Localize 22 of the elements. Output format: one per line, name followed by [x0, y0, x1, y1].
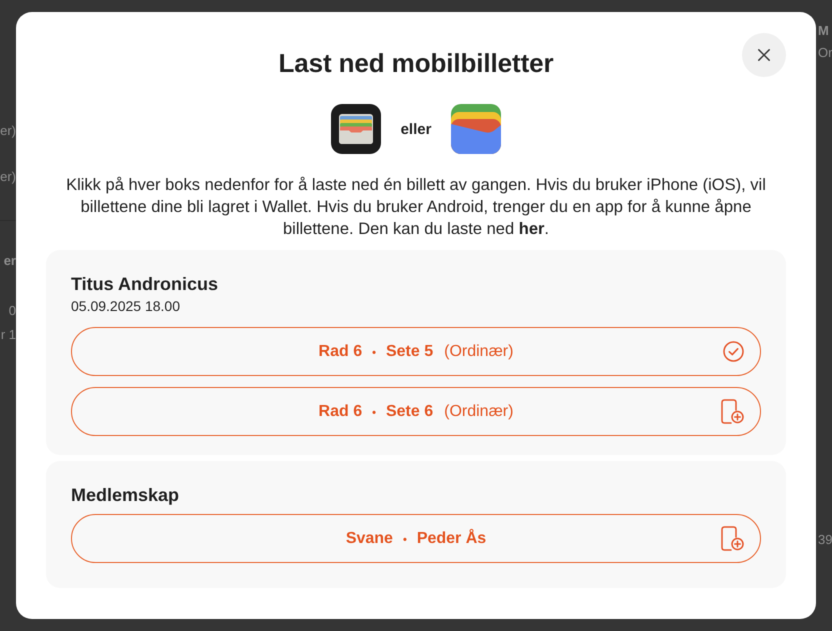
wallet-icon [330, 104, 381, 154]
close-button[interactable] [742, 33, 786, 77]
download-link[interactable]: her [518, 220, 544, 238]
wallet-icon [451, 104, 502, 154]
or-label: eller [400, 120, 432, 138]
section-title: Titus Andronicus [71, 273, 220, 296]
background-text: 39 [818, 531, 832, 549]
event-date: 05.09.2025 18.00 [71, 297, 181, 315]
intro-text: Klikk på hver boks nedenfor for å laste ned én billett av gangen. Hvis du bruker iPhone (iOS), vil billettene dine bli lagret i Wallet. Hvis du bruker Android, trenger du en app for å kunne åpne billettene. Den kan du laste ned her. [65, 175, 767, 240]
close-icon [758, 49, 770, 61]
background-text: er [4, 252, 16, 270]
background-text: er) [0, 122, 16, 140]
download-button[interactable]: Svane • Peder Ås [71, 514, 761, 563]
dialog-title: Last ned mobilbilletter [278, 48, 554, 78]
background-text: Or [818, 44, 832, 62]
section-title: Medlemskap [71, 484, 180, 507]
download-button[interactable]: Rad 6 • Sete 5 (Ordinær) [71, 327, 761, 376]
background-text: M [818, 22, 829, 40]
background-text: er) [0, 168, 16, 186]
background-text: r 1 [0, 326, 16, 344]
background-text: 0 [8, 302, 16, 320]
download-button[interactable]: Rad 6 • Sete 6 (Ordinær) [71, 387, 761, 436]
